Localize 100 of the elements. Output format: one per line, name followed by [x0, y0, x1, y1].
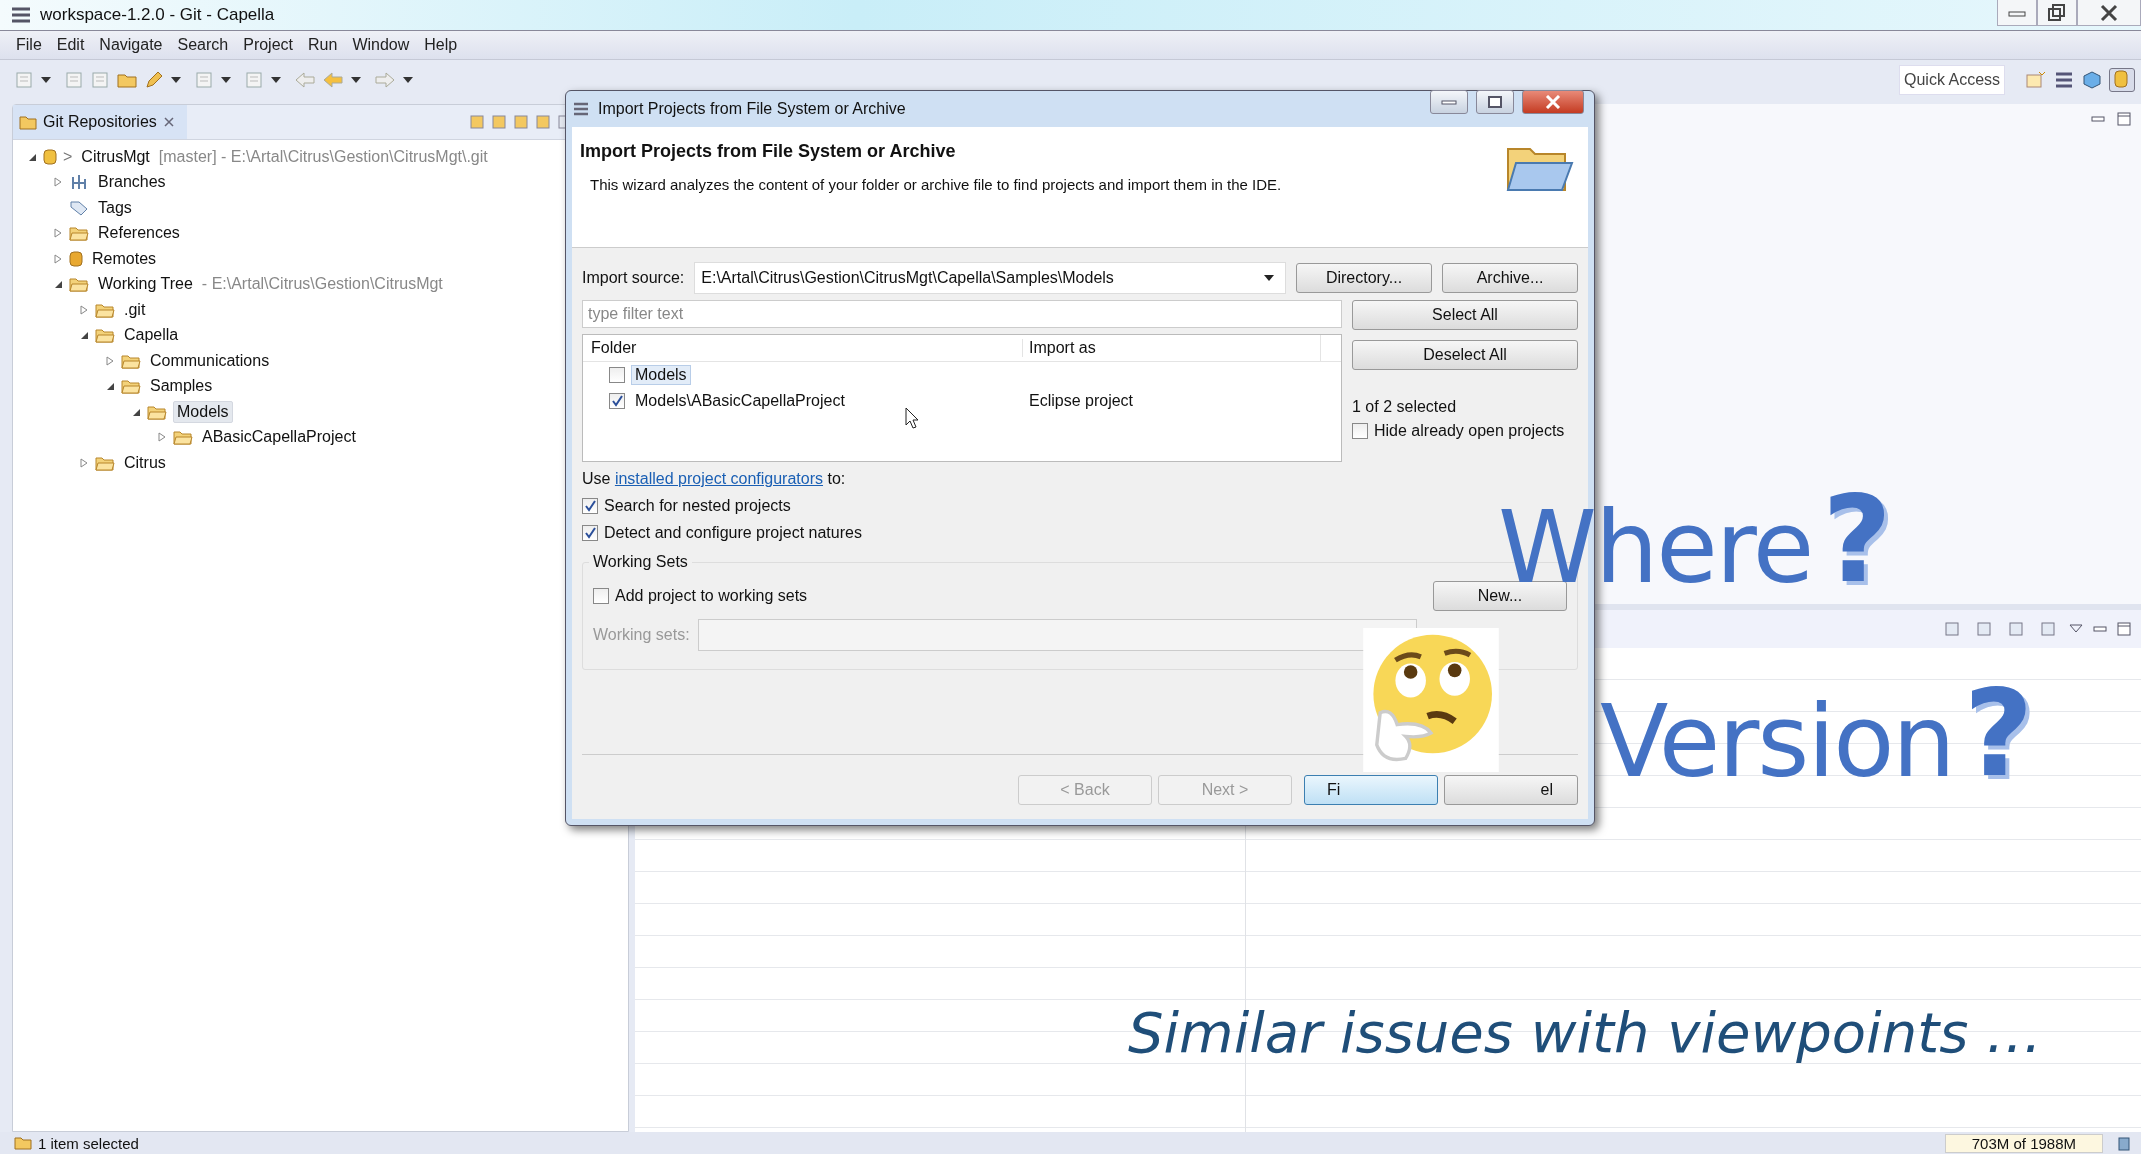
close-button[interactable]: [1522, 90, 1584, 114]
view-toolbar-icon[interactable]: [1975, 620, 1993, 638]
close-icon: [1545, 95, 1561, 109]
tree-item-path: - E:\Artal\Citrus\Gestion\CitrusMgt: [201, 275, 443, 294]
selection-button[interactable]: Select All: [1352, 300, 1578, 330]
open-perspective-icon[interactable]: [2025, 70, 2047, 90]
folder-icon: [69, 276, 89, 293]
dropdown-arrow-icon[interactable]: [402, 76, 414, 84]
view-toolbar-icon[interactable]: [512, 113, 530, 131]
menu-item[interactable]: Window: [352, 36, 410, 54]
filter-field[interactable]: type filter text: [582, 300, 1342, 328]
checkbox[interactable]: [609, 367, 625, 383]
cube-icon[interactable]: [2081, 70, 2103, 90]
menu-item[interactable]: Project: [243, 36, 293, 54]
quick-access-field[interactable]: Quick Access: [1899, 65, 2005, 95]
tree-item[interactable]: Branches: [95, 172, 169, 193]
column-header[interactable]: Import as: [1023, 339, 1096, 357]
close-icon[interactable]: [162, 116, 175, 128]
view-toolbar-icon[interactable]: [1943, 620, 1961, 638]
view-toolbar-icon[interactable]: [2039, 620, 2057, 638]
tree-item[interactable]: .git: [121, 299, 149, 320]
tree-item[interactable]: ABasicCapellaProject: [199, 427, 359, 448]
tags-icon: [69, 198, 89, 217]
expand-arrow-icon[interactable]: [79, 457, 89, 468]
view-toolbar-icon[interactable]: [490, 113, 508, 131]
view-toolbar-icon[interactable]: [534, 113, 552, 131]
tree-item[interactable]: References: [95, 223, 183, 244]
checkbox[interactable]: [582, 525, 598, 541]
tree-item[interactable]: Working Tree: [95, 274, 196, 295]
tree-item[interactable]: CitrusMgt: [78, 146, 153, 167]
expand-arrow-icon[interactable]: [157, 432, 167, 443]
expand-arrow-icon[interactable]: [53, 228, 63, 239]
column-header[interactable]: Folder: [583, 339, 1023, 357]
tree-item[interactable]: Communications: [147, 350, 273, 371]
menu-item[interactable]: Help: [424, 36, 458, 54]
menu-item[interactable]: Edit: [56, 36, 85, 54]
menu-item[interactable]: Search: [177, 36, 229, 54]
maximize-icon[interactable]: [2117, 112, 2131, 126]
expand-arrow-icon[interactable]: [79, 304, 89, 315]
dropdown-arrow-icon[interactable]: [350, 76, 362, 84]
dropdown-arrow-icon: [1263, 274, 1275, 282]
tree-item[interactable]: Tags: [95, 197, 135, 218]
stack-icon[interactable]: [2053, 70, 2075, 90]
browse-button[interactable]: Directory...: [1296, 263, 1432, 293]
view-menu-icon[interactable]: [2069, 624, 2083, 634]
checkbox[interactable]: [609, 393, 625, 409]
collapse-arrow-icon[interactable]: [53, 279, 63, 290]
browse-button[interactable]: Archive...: [1442, 263, 1578, 293]
view-toolbar-icon[interactable]: [468, 113, 486, 131]
folder-icon: [95, 327, 115, 344]
checkbox-label: Detect and configure project natures: [604, 524, 862, 542]
folder-icon: [95, 301, 115, 318]
wizard-button[interactable]: Fi: [1304, 775, 1438, 805]
import-source-dropdown[interactable]: E:\Artal\Citrus\Gestion\CitrusMgt\Capella\Samples\Models: [694, 262, 1286, 294]
working-sets-field[interactable]: [697, 619, 1417, 651]
collapse-arrow-icon[interactable]: [105, 381, 115, 392]
close-button[interactable]: [2077, 0, 2141, 26]
table-cell[interactable]: Models: [631, 365, 691, 385]
expand-arrow-icon[interactable]: [53, 253, 63, 264]
view-toolbar-icon[interactable]: [2007, 620, 2025, 638]
menu-icon[interactable]: [572, 101, 590, 117]
selection-button[interactable]: Deselect All: [1352, 340, 1578, 370]
overlay-text: Version: [1600, 702, 1954, 782]
minimize-icon[interactable]: [2091, 115, 2105, 123]
dropdown-arrow-icon[interactable]: [270, 76, 282, 84]
minimize-button[interactable]: [1430, 90, 1468, 114]
dropdown-arrow-icon[interactable]: [170, 76, 182, 84]
tree-item[interactable]: Citrus: [121, 452, 169, 473]
expand-arrow-icon[interactable]: [105, 355, 115, 366]
tree-item[interactable]: Remotes: [89, 248, 160, 269]
tree-item[interactable]: Models: [173, 400, 233, 423]
pencil-icon[interactable]: [144, 70, 164, 90]
git-repositories-tab[interactable]: Git Repositories: [13, 105, 187, 139]
menu-item[interactable]: File: [16, 36, 42, 54]
restore-button[interactable]: [2037, 0, 2077, 26]
minimize-icon[interactable]: [2093, 625, 2107, 633]
checkbox[interactable]: [1352, 423, 1368, 439]
tree-item[interactable]: Samples: [147, 376, 216, 397]
tab-label: Git Repositories: [43, 113, 157, 131]
arrow-left-icon[interactable]: [322, 71, 344, 89]
expand-arrow-icon[interactable]: [53, 177, 63, 188]
dropdown-arrow-icon[interactable]: [220, 76, 232, 84]
collapse-arrow-icon[interactable]: [79, 330, 89, 341]
dropdown-arrow-icon[interactable]: [40, 76, 52, 84]
folder-icon: [95, 454, 115, 471]
menu-item[interactable]: Navigate: [99, 36, 163, 54]
menu-item[interactable]: Run: [308, 36, 338, 54]
menu-icon[interactable]: [10, 6, 32, 24]
maximize-button[interactable]: [1476, 90, 1514, 114]
wizard-button[interactable]: el: [1444, 775, 1578, 805]
git-perspective-icon[interactable]: [2109, 68, 2135, 92]
checkbox[interactable]: [582, 498, 598, 514]
table-cell[interactable]: Models\ABasicCapellaProject: [631, 391, 849, 411]
mouse-pointer-icon: [905, 407, 919, 429]
trash-icon[interactable]: [2117, 1135, 2131, 1151]
maximize-icon[interactable]: [2117, 622, 2131, 636]
configurators-link[interactable]: installed project configurators: [614, 470, 823, 487]
branches-icon: [69, 173, 89, 192]
tree-item[interactable]: Capella: [121, 325, 182, 346]
field-label: Import source:: [582, 269, 685, 287]
